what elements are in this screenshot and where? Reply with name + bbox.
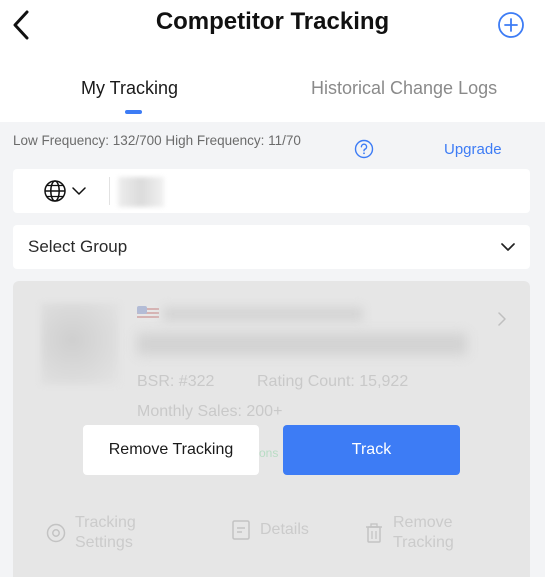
group-select-value: Select Group: [28, 237, 128, 256]
tracking-settings-action[interactable]: Tracking Settings: [45, 513, 136, 553]
chevron-down-icon: [501, 243, 515, 251]
product-image: [41, 303, 119, 385]
tab-my-tracking[interactable]: My Tracking: [81, 78, 178, 99]
group-select[interactable]: Select Group: [13, 225, 530, 269]
remove-tracking-label-line2: Tracking: [393, 534, 454, 551]
upgrade-link[interactable]: Upgrade: [444, 141, 502, 158]
help-circle-icon[interactable]: [354, 139, 374, 159]
marketplace-selector[interactable]: [43, 179, 93, 203]
trash-icon: [366, 523, 382, 543]
add-circle-icon[interactable]: [497, 11, 525, 39]
product-title-blurred: [163, 307, 363, 321]
chevron-down-icon: [72, 187, 86, 195]
rating-count: Rating Count: 15,922: [257, 373, 409, 390]
track-button[interactable]: Track: [283, 425, 460, 475]
tracking-settings-label-line1: Tracking: [75, 514, 136, 531]
divider: [109, 177, 110, 205]
tab-historical-change-logs[interactable]: Historical Change Logs: [311, 78, 497, 99]
remove-tracking-button[interactable]: Remove Tracking: [83, 425, 259, 475]
remove-tracking-label-line1: Remove: [393, 514, 453, 531]
top-bar: Competitor Tracking My Tracking Historic…: [0, 0, 545, 122]
us-flag-icon: [137, 306, 159, 322]
globe-icon: [44, 180, 66, 202]
remove-tracking-action[interactable]: Remove Tracking: [363, 513, 454, 553]
frequency-usage: Low Frequency: 132/700 High Frequency: 1…: [13, 133, 301, 148]
page-title: Competitor Tracking: [155, 8, 390, 35]
monthly-sales: Monthly Sales: 200+: [137, 403, 283, 420]
details-label: Details: [260, 521, 309, 538]
chevron-right-icon[interactable]: [496, 311, 508, 327]
bsr-value: BSR: #322: [137, 373, 215, 390]
product-title-blurred: [137, 333, 467, 355]
search-bar: [13, 169, 530, 213]
search-input[interactable]: [118, 177, 164, 207]
tracked-product-card: BSR: #322 Rating Count: 15,922 Monthly S…: [13, 281, 530, 577]
active-tab-indicator: [125, 110, 142, 114]
status-text-fragment: ons: [259, 446, 279, 460]
gear-icon: [46, 523, 66, 543]
tracking-settings-label-line2: Settings: [75, 534, 133, 551]
document-icon: [232, 520, 250, 540]
details-action[interactable]: Details: [230, 519, 309, 541]
